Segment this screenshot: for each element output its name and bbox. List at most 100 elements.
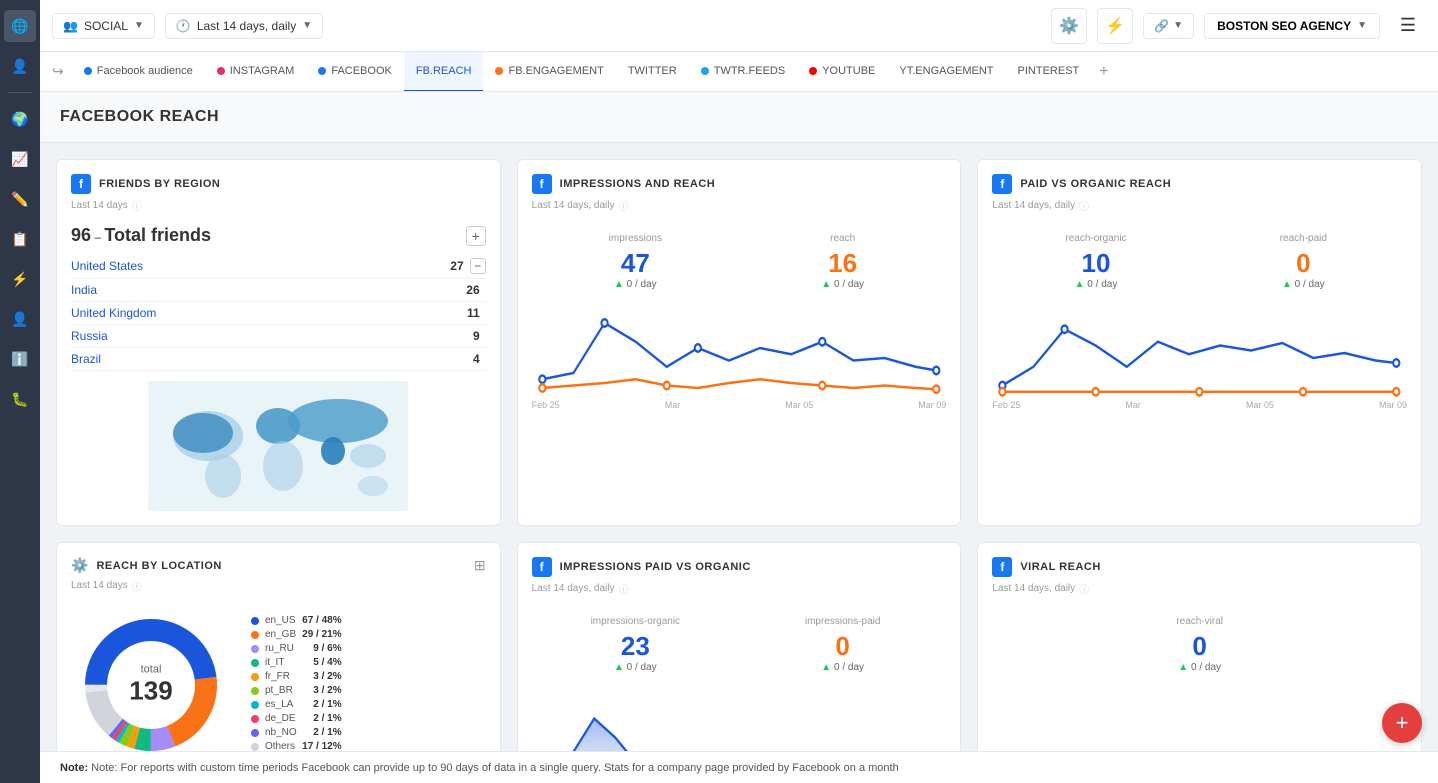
viral-reach-info[interactable]: ⓘ [1079, 581, 1089, 596]
legend-item-en-us: en_US 67 / 48% [251, 615, 342, 626]
impressions-change: ▲ 0 / day [540, 279, 731, 290]
friends-card-header: f FRIENDS BY REGION [71, 174, 486, 194]
hamburger-btn[interactable]: ☰ [1390, 8, 1426, 44]
imp-paid-organic-title: IMPRESSIONS PAID VS ORGANIC [560, 561, 751, 573]
tab-youtube[interactable]: YOUTUBE [797, 52, 887, 92]
legend-dot-ru-ru [251, 645, 259, 653]
tab-label-pinterest: PINTEREST [1018, 65, 1080, 77]
viral-reach-subtitle: Last 14 days, daily ⓘ [992, 581, 1407, 596]
friends-info-icon[interactable]: ⓘ [132, 198, 142, 213]
fb-icon-friends: f [71, 174, 91, 194]
agency-dropdown[interactable]: BOSTON SEO AGENCY ▼ [1204, 13, 1380, 39]
organic-change: ▲ 0 / day [1000, 279, 1191, 290]
sidebar-icon-edit[interactable]: ✏️ [4, 183, 36, 215]
legend-item-en-gb: en_GB 29 / 21% [251, 629, 342, 640]
country-name-russia[interactable]: Russia [71, 329, 473, 343]
sidebar-icon-info[interactable]: ℹ️ [4, 343, 36, 375]
impressions-stats-grid: impressions 47 ▲ 0 / day reach 16 ▲ 0 / … [532, 225, 947, 298]
date-dropdown[interactable]: 🕐 Last 14 days, daily ▼ [165, 13, 323, 39]
impressions-label: impressions [540, 233, 731, 244]
settings-icon-btn[interactable]: ⚙️ [1051, 8, 1087, 44]
tab-label-instagram: INSTAGRAM [230, 65, 295, 77]
viral-stats: reach-viral 0 ▲ 0 / day [992, 608, 1407, 681]
social-icon: 👥 [63, 19, 78, 33]
social-label: SOCIAL [84, 19, 128, 33]
impressions-card-header: f IMPRESSIONS AND REACH [532, 174, 947, 194]
organic-stat: reach-organic 10 ▲ 0 / day [992, 225, 1199, 298]
card-paid-organic: f PAID VS ORGANIC REACH Last 14 days, da… [977, 159, 1422, 526]
tab-pinterest[interactable]: PINTEREST [1006, 52, 1092, 92]
tab-fb-reach[interactable]: FB.REACH [404, 52, 484, 92]
paid-label: reach-paid [1208, 233, 1399, 244]
tab-label-twitter: TWITTER [628, 65, 677, 77]
legend-item-it-it: it_IT 5 / 4% [251, 657, 342, 668]
nav-back-btn[interactable]: ↪ [52, 63, 64, 80]
fab-add-btn[interactable]: + [1382, 703, 1422, 743]
tab-instagram[interactable]: INSTAGRAM [205, 52, 307, 92]
legend-item-pt-br: pt_BR 3 / 2% [251, 685, 342, 696]
fb-icon-imp-paid-organic: f [532, 557, 552, 577]
reach-stat: reach 16 ▲ 0 / day [739, 225, 946, 298]
country-name-us[interactable]: United States [71, 259, 450, 273]
sidebar-icon-analytics[interactable]: 📈 [4, 143, 36, 175]
agency-dropdown-arrow: ▼ [1357, 20, 1367, 31]
imp-paid-organic-subtitle: Last 14 days, daily ⓘ [532, 581, 947, 596]
viral-reach-header: f VIRAL REACH [992, 557, 1407, 577]
tab-facebook[interactable]: FACEBOOK [306, 52, 404, 92]
legend-dot-en-us [251, 617, 259, 625]
sidebar-icon-globe[interactable]: 🌐 [4, 10, 36, 42]
share-btn[interactable]: 🔗 ▼ [1143, 13, 1194, 39]
tab-label-yt-engagement: YT.ENGAGEMENT [899, 65, 993, 77]
reach-label: reach [747, 233, 938, 244]
sidebar-icon-globe2[interactable]: 🌍 [4, 103, 36, 135]
country-count-brazil: 4 [473, 352, 480, 366]
paid-organic-card-subtitle: Last 14 days, daily ⓘ [992, 198, 1407, 213]
country-name-brazil[interactable]: Brazil [71, 352, 473, 366]
viral-change: ▲ 0 / day [1000, 662, 1399, 673]
tab-label-fb-reach: FB.REACH [416, 65, 472, 77]
tab-yt-engagement[interactable]: YT.ENGAGEMENT [887, 52, 1005, 92]
country-item-russia: Russia 9 [71, 325, 486, 348]
tab-twtr-feeds[interactable]: TWTR.FEEDS [689, 52, 798, 92]
legend-list: en_US 67 / 48% en_GB 29 / 21% ru_RU 9 / … [251, 615, 342, 755]
paid-organic-xaxis: Feb 25 Mar Mar 05 Mar 09 [992, 400, 1407, 410]
tab-fb-engagement[interactable]: FB.ENGAGEMENT [483, 52, 615, 92]
legend-dot-it-it [251, 659, 259, 667]
impressions-info-icon[interactable]: ⓘ [618, 198, 628, 213]
clock-icon: 🕐 [176, 19, 191, 33]
card-impressions-reach: f IMPRESSIONS AND REACH Last 14 days, da… [517, 159, 962, 526]
fb-icon-viral: f [992, 557, 1012, 577]
social-dropdown[interactable]: 👥 SOCIAL ▼ [52, 13, 155, 39]
tab-label-twtr-feeds: TWTR.FEEDS [714, 65, 786, 77]
legend-dot-fr-fr [251, 673, 259, 681]
collapse-btn-us[interactable]: − [470, 258, 486, 274]
country-item-brazil: Brazil 4 [71, 348, 486, 371]
imp-paid-organic-info[interactable]: ⓘ [618, 581, 628, 596]
impressions-reach-xaxis: Feb 25 Mar Mar 05 Mar 09 [532, 400, 947, 410]
viral-stat: reach-viral 0 ▲ 0 / day [992, 608, 1407, 681]
paid-organic-info-icon[interactable]: ⓘ [1079, 198, 1089, 213]
legend-dot-en-gb [251, 631, 259, 639]
expand-reach-location[interactable]: ⊞ [474, 557, 486, 574]
sidebar-icon-bug[interactable]: 🐛 [4, 383, 36, 415]
donut-total-num: 139 [129, 676, 172, 707]
legend-item-ru-ru: ru_RU 9 / 6% [251, 643, 342, 654]
tab-facebook-audience[interactable]: Facebook audience [72, 52, 205, 92]
sidebar-icon-lightning[interactable]: ⚡ [4, 263, 36, 295]
paid-organic-card-title: PAID VS ORGANIC REACH [1020, 178, 1171, 190]
expand-btn[interactable]: + [466, 226, 486, 246]
tab-twitter[interactable]: TWITTER [616, 52, 689, 92]
country-name-uk[interactable]: United Kingdom [71, 306, 467, 320]
reach-location-info[interactable]: ⓘ [132, 578, 142, 593]
sidebar-icon-document[interactable]: 📋 [4, 223, 36, 255]
country-name-india[interactable]: India [71, 283, 466, 297]
share-dropdown-arrow: ▼ [1173, 20, 1183, 31]
paid-organic-card-header: f PAID VS ORGANIC REACH [992, 174, 1407, 194]
sidebar-icon-users[interactable]: 👤 [4, 50, 36, 82]
sidebar-icon-person[interactable]: 👤 [4, 303, 36, 335]
impressions-reach-svg [532, 298, 947, 398]
add-tab-btn[interactable]: + [1091, 52, 1116, 92]
bolt-icon-btn[interactable]: ⚡ [1097, 8, 1133, 44]
legend-dot-others [251, 743, 259, 751]
total-friends-label: 96 – Total friends [71, 225, 211, 246]
